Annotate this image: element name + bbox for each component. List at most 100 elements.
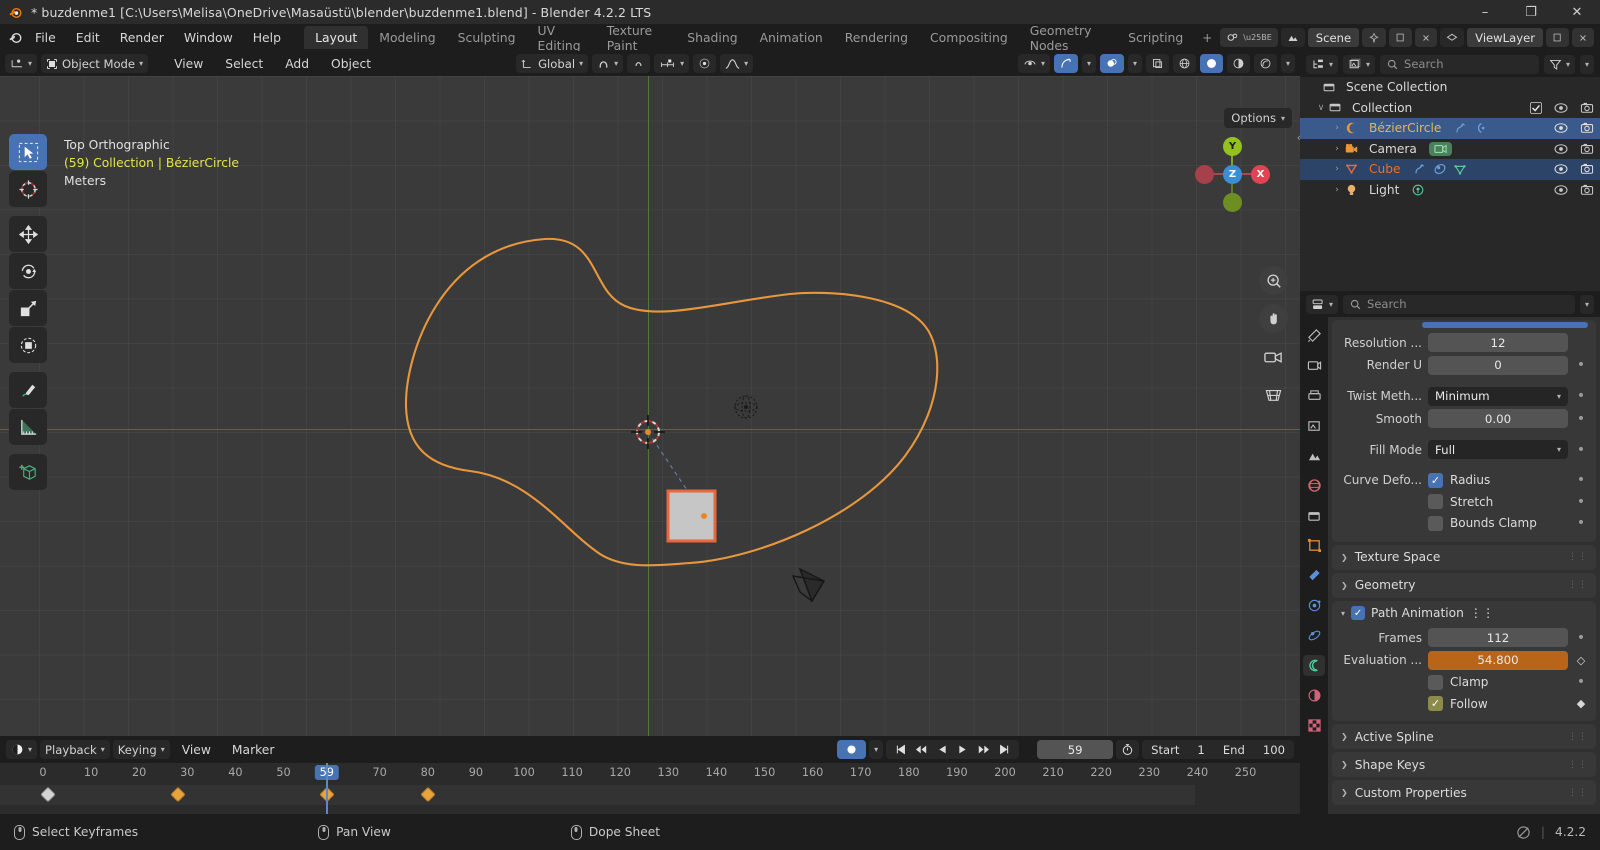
proportional-edit-icon[interactable]: [627, 54, 651, 73]
shading-material-icon[interactable]: [1226, 54, 1250, 73]
toggle-perspective-icon[interactable]: [1259, 380, 1288, 409]
pan-hand-icon[interactable]: [1259, 304, 1288, 333]
maximize-button[interactable]: ❐: [1508, 0, 1554, 24]
disclosure-icon[interactable]: ›: [1330, 123, 1344, 133]
section-shape-keys[interactable]: ❯ Shape Keys ⋮⋮: [1332, 752, 1596, 777]
animate-dot-icon[interactable]: •: [1574, 443, 1588, 457]
eye-icon[interactable]: [1554, 143, 1568, 155]
timeline-menu-view[interactable]: View: [173, 741, 220, 759]
menu-edit[interactable]: Edit: [66, 27, 110, 48]
mode-selector[interactable]: Object Mode ▾: [41, 54, 149, 73]
tab-texture[interactable]: [1303, 715, 1325, 736]
eye-icon[interactable]: [1554, 122, 1568, 134]
timeline-ruler[interactable]: 0102030405060708090100110120130140150160…: [0, 763, 1300, 785]
viewport-menu-select[interactable]: Select: [216, 55, 272, 73]
keying-options-dropdown[interactable]: ▾: [869, 740, 884, 759]
path-animation-header[interactable]: ▾ ✓ Path Animation ⋮⋮: [1332, 601, 1596, 626]
resolution-slider-bar[interactable]: [1422, 322, 1588, 328]
workspace-tab-sculpting[interactable]: Sculpting: [447, 26, 527, 49]
zoom-icon[interactable]: [1259, 266, 1288, 295]
object-visibility-icon[interactable]: ▾: [1017, 54, 1050, 73]
new-scene-icon[interactable]: [1389, 28, 1413, 47]
snapping-magnet-icon[interactable]: ▾: [592, 54, 624, 73]
path-animation-checkbox[interactable]: ✓: [1351, 606, 1366, 620]
twist-method-dropdown[interactable]: Minimum ▾: [1428, 386, 1568, 406]
tool-annotate[interactable]: [9, 372, 47, 408]
tab-collection[interactable]: [1303, 505, 1325, 526]
tab-world[interactable]: [1303, 475, 1325, 496]
smooth-field[interactable]: 0.00: [1428, 409, 1568, 428]
start-value[interactable]: 1: [1188, 743, 1213, 757]
tab-tool[interactable]: [1303, 325, 1325, 346]
gizmo-options-dropdown[interactable]: ▾: [1081, 54, 1096, 73]
radius-checkbox[interactable]: ✓: [1428, 472, 1443, 488]
animate-dot-icon[interactable]: •: [1574, 675, 1588, 689]
animate-dot-icon[interactable]: •: [1574, 495, 1588, 509]
delete-viewlayer-icon[interactable]: [1572, 28, 1594, 47]
timeline-editor-type-icon[interactable]: ▾: [6, 740, 38, 759]
properties-options-dropdown[interactable]: ▾: [1579, 294, 1594, 314]
timeline-menu-playback[interactable]: Playback ▾: [40, 740, 110, 759]
render-engine-icon[interactable]: \u25BE: [1220, 28, 1278, 47]
workspace-tab-modeling[interactable]: Modeling: [368, 26, 446, 49]
outliner-row-beziercircle[interactable]: › BézierCircle: [1300, 118, 1600, 139]
disclosure-icon[interactable]: ∨: [1314, 103, 1328, 113]
shading-solid-icon[interactable]: [1199, 54, 1223, 73]
shading-wireframe-icon[interactable]: [1172, 54, 1196, 73]
render-u-field[interactable]: 0: [1428, 355, 1568, 375]
animate-dot-icon[interactable]: •: [1574, 358, 1588, 372]
current-frame-field[interactable]: 59: [1037, 740, 1114, 759]
menu-render[interactable]: Render: [110, 27, 174, 48]
tool-cursor[interactable]: [9, 171, 47, 207]
menu-file[interactable]: File: [25, 27, 66, 48]
stretch-checkbox[interactable]: [1428, 494, 1443, 509]
auto-keying-toggle[interactable]: [837, 740, 867, 759]
use-preview-range-icon[interactable]: [1116, 740, 1140, 759]
tool-transform[interactable]: [9, 327, 47, 363]
blender-menu-icon[interactable]: [6, 30, 25, 45]
eye-icon[interactable]: [1554, 184, 1568, 196]
shading-rendered-icon[interactable]: [1253, 54, 1277, 73]
outliner-row-cube[interactable]: › Cube: [1300, 159, 1600, 180]
section-custom-properties[interactable]: ❯ Custom Properties ⋮⋮: [1332, 780, 1596, 805]
outliner-search-input[interactable]: Search: [1380, 54, 1539, 74]
workspace-tab-scripting[interactable]: Scripting: [1117, 26, 1194, 49]
snap-increment-icon[interactable]: ▾: [654, 54, 690, 73]
gizmo-axis-x-pos[interactable]: X: [1251, 165, 1270, 184]
camera-render-icon[interactable]: [1580, 122, 1594, 134]
eye-icon[interactable]: [1554, 163, 1568, 175]
workspace-tab-rendering[interactable]: Rendering: [834, 26, 919, 49]
fill-mode-dropdown[interactable]: Full ▾: [1428, 440, 1568, 459]
bounds-clamp-checkbox[interactable]: [1428, 515, 1443, 531]
add-workspace-button[interactable]: +: [1194, 27, 1220, 49]
collection-checkbox[interactable]: [1530, 101, 1542, 114]
workspace-tab-animation[interactable]: Animation: [749, 26, 834, 49]
outliner-filter-icon[interactable]: ▾: [1543, 54, 1575, 74]
camera-render-icon[interactable]: [1580, 163, 1594, 175]
viewlayer-name[interactable]: ViewLayer: [1467, 28, 1543, 47]
timeline-menu-marker[interactable]: Marker: [223, 741, 284, 759]
outliner-tree[interactable]: Scene Collection ∨ Collection › BézierCi…: [1300, 77, 1600, 291]
keyframe-diamond-icon[interactable]: ◇: [1574, 654, 1588, 667]
tool-measure[interactable]: [9, 409, 47, 445]
properties-content[interactable]: Resolution ... 12 Render U 0 • Twist Met…: [1328, 317, 1600, 850]
tab-render[interactable]: [1303, 355, 1325, 376]
animate-dot-icon[interactable]: •: [1574, 631, 1588, 645]
menu-help[interactable]: Help: [243, 27, 291, 48]
tab-view-layer[interactable]: [1303, 415, 1325, 436]
tool-rotate[interactable]: [9, 253, 47, 289]
scene-name[interactable]: Scene: [1307, 28, 1360, 47]
animate-dot-icon[interactable]: •: [1574, 473, 1588, 487]
tool-select-box[interactable]: [9, 134, 47, 170]
camera-render-icon[interactable]: [1580, 184, 1594, 196]
tab-scene[interactable]: [1303, 445, 1325, 466]
tab-material[interactable]: [1303, 685, 1325, 706]
viewport-menu-add[interactable]: Add: [276, 55, 318, 73]
3d-viewport[interactable]: Top Orthographic (59) Collection | Bézie…: [0, 76, 1300, 736]
properties-editor-type-icon[interactable]: ▾: [1306, 294, 1339, 314]
timeline-menu-keying[interactable]: Keying ▾: [112, 740, 170, 759]
disclosure-icon[interactable]: ›: [1330, 185, 1344, 195]
show-gizmo-icon[interactable]: [1053, 54, 1078, 73]
editor-type-icon[interactable]: ▾: [5, 54, 38, 73]
disclosure-icon[interactable]: ›: [1330, 164, 1344, 174]
